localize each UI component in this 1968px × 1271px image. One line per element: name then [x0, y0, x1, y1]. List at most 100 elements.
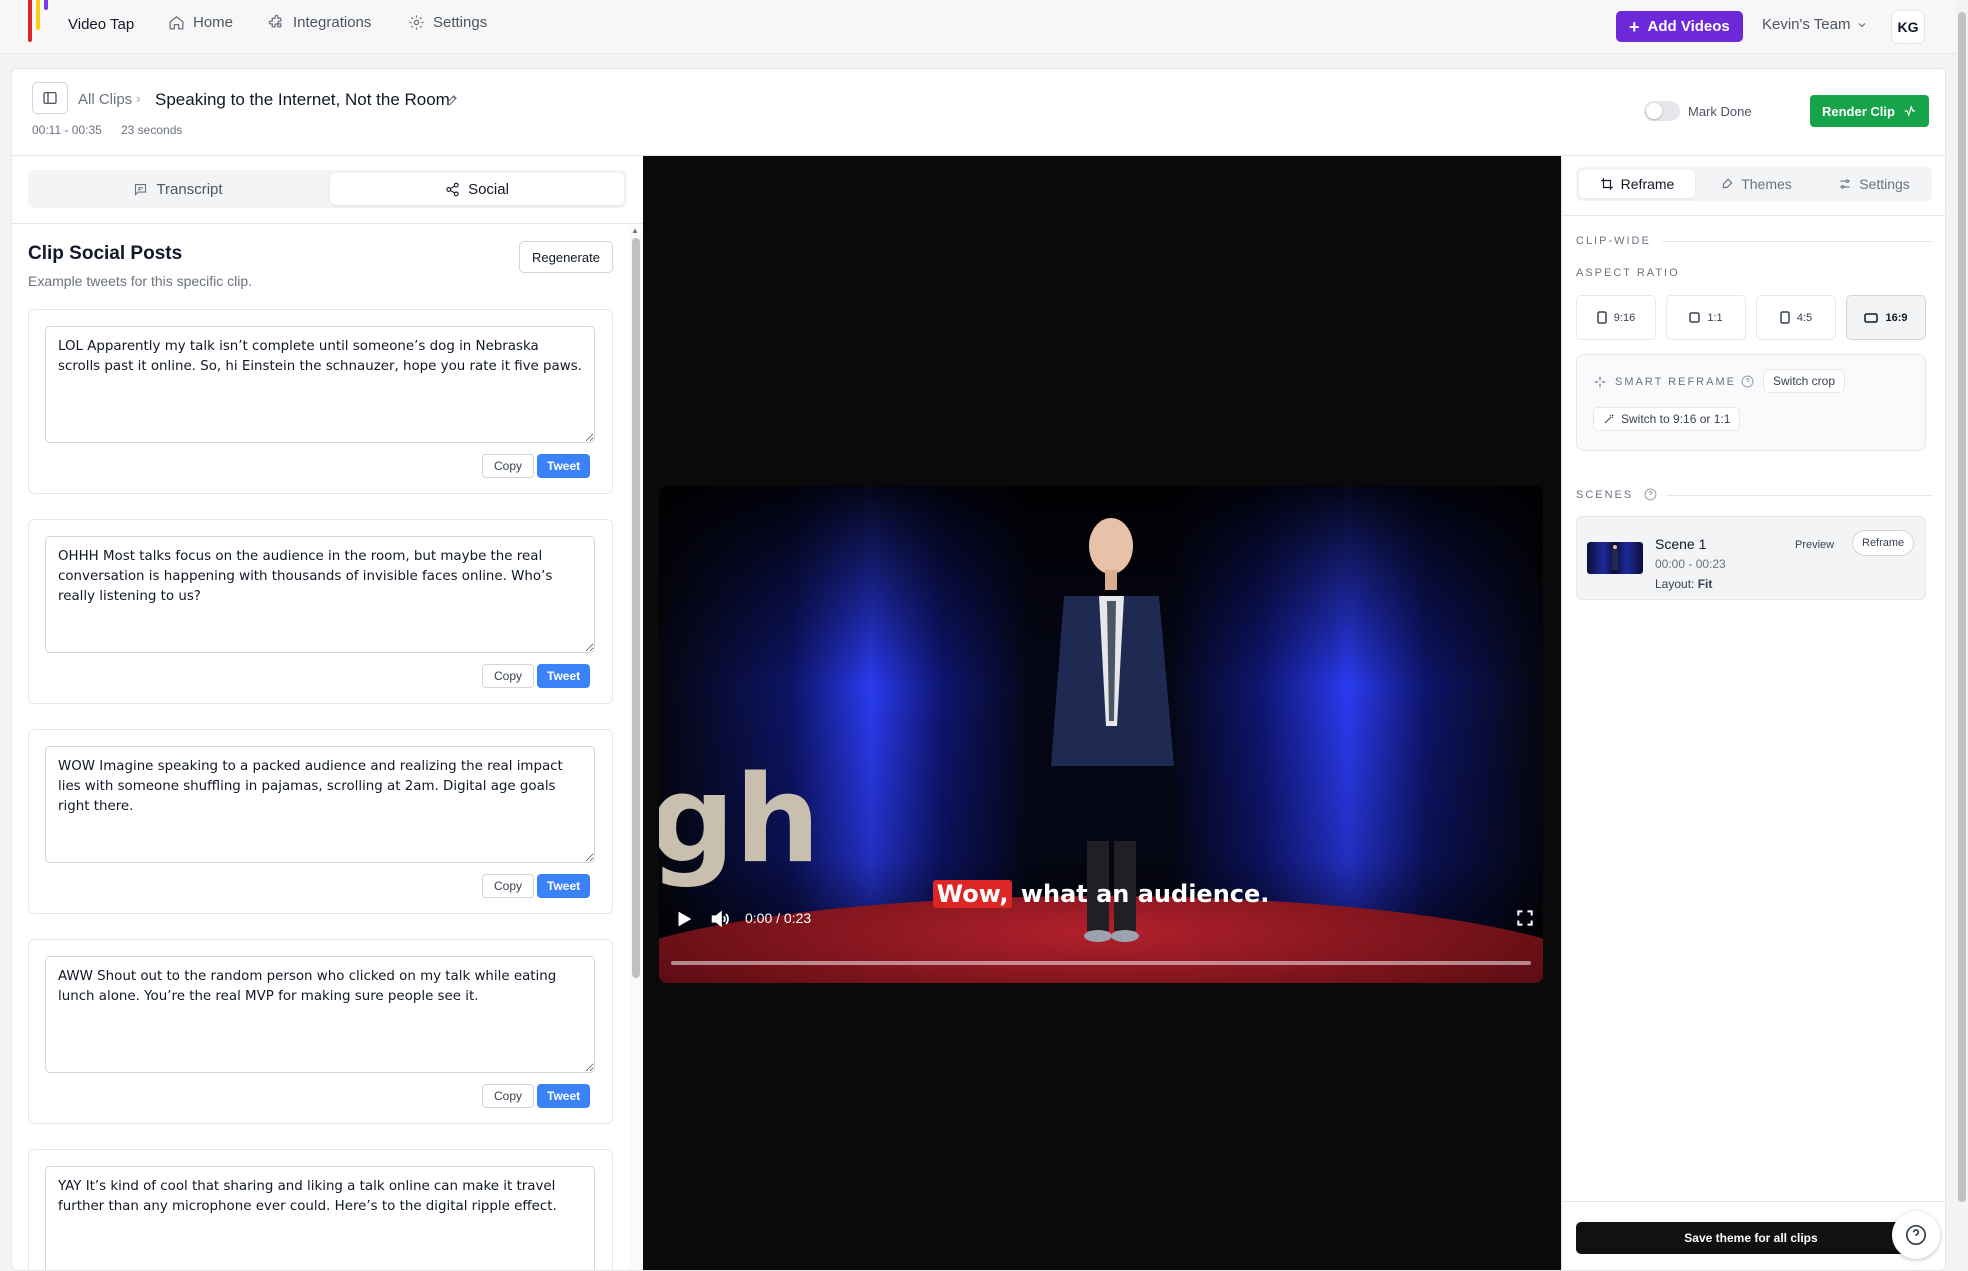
tab-transcript[interactable]: Transcript: [31, 173, 325, 205]
brand-name[interactable]: Video Tap: [68, 16, 134, 33]
aspect-9-16-label: 9:16: [1613, 311, 1636, 324]
right-tabs: Reframe Themes Settings: [1576, 167, 1932, 201]
scene-time: 00:00 - 00:23: [1655, 557, 1726, 571]
add-videos-label: Add Videos: [1647, 18, 1730, 35]
clip-duration: 23 seconds: [121, 123, 183, 137]
pencil-icon[interactable]: [445, 93, 459, 107]
nav-home[interactable]: Home: [168, 14, 233, 31]
portrait-icon: [1597, 311, 1607, 324]
aspect-16-9-button[interactable]: 16:9: [1846, 295, 1926, 340]
logo[interactable]: [28, 0, 58, 42]
post-textarea[interactable]: YAY It’s kind of cool that sharing and l…: [45, 1166, 595, 1270]
clip-time-range: 00:11 - 00:35: [32, 123, 102, 137]
tab-social[interactable]: Social: [330, 173, 624, 205]
share-icon: [446, 182, 459, 196]
copy-button[interactable]: Copy: [482, 664, 535, 688]
post-textarea[interactable]: AWW Shout out to the random person who c…: [45, 956, 595, 1073]
divider: [1662, 241, 1932, 242]
aspect-1-1-button[interactable]: 1:1: [1666, 295, 1746, 340]
save-theme-button[interactable]: Save theme for all clips: [1576, 1222, 1926, 1254]
help-circle-icon: [1906, 1225, 1926, 1245]
copy-button[interactable]: Copy: [482, 1084, 535, 1108]
scroll-thumb[interactable]: [632, 238, 640, 978]
tab-right-settings[interactable]: Settings: [1816, 170, 1932, 198]
scene-name: Scene 1: [1655, 536, 1707, 552]
copy-button[interactable]: Copy: [482, 874, 535, 898]
nav-settings[interactable]: Settings: [408, 14, 487, 31]
switch-aspect-button[interactable]: Switch to 9:16 or 1:1: [1593, 407, 1741, 431]
team-selector[interactable]: Kevin's Team: [1762, 16, 1868, 33]
scene-reframe-button[interactable]: Reframe: [1852, 530, 1915, 556]
stage-letters: gh: [659, 751, 820, 890]
tab-themes[interactable]: Themes: [1698, 170, 1814, 198]
volume-icon[interactable]: [709, 908, 731, 930]
aspect-1-1-label: 1:1: [1707, 311, 1723, 324]
sidebar-toggle-button[interactable]: [32, 82, 68, 114]
video-area: gh Wow, what an audience. 0:00 / 0:23: [643, 156, 1561, 1270]
scroll-up-icon[interactable]: ▲: [631, 226, 639, 235]
mark-done-toggle[interactable]: [1644, 101, 1680, 121]
video-progress-bar[interactable]: [671, 961, 1531, 965]
aspect-16-9-label: 16:9: [1885, 311, 1908, 324]
portrait-icon: [1780, 311, 1790, 324]
help-circle-icon[interactable]: [1741, 375, 1754, 388]
copy-button[interactable]: Copy: [482, 454, 535, 478]
scene-card[interactable]: Scene 1 00:00 - 00:23 Layout: Fit Previe…: [1576, 516, 1926, 600]
sliders-icon: [1840, 179, 1850, 189]
scene-layout: Layout: Fit: [1655, 577, 1712, 591]
play-icon[interactable]: [673, 908, 695, 930]
post-textarea[interactable]: OHHH Most talks focus on the audience in…: [45, 536, 595, 653]
page-scrollbar[interactable]: [1956, 0, 1968, 1271]
aspect-ratio-label: ASPECT RATIO: [1576, 267, 1680, 279]
clip-editor: All Clips › Speaking to the Internet, No…: [11, 68, 1946, 1271]
aspect-9-16-button[interactable]: 9:16: [1576, 295, 1656, 340]
activity-icon: [1904, 105, 1916, 117]
nav-settings-label: Settings: [433, 14, 488, 31]
post-textarea[interactable]: LOL Apparently my talk isn’t complete un…: [45, 326, 595, 443]
tab-reframe[interactable]: Reframe: [1579, 170, 1695, 198]
posts-scrollbar[interactable]: ▲: [629, 226, 643, 1270]
message-icon: [135, 183, 147, 196]
divider: [1562, 1201, 1945, 1202]
tweet-button[interactable]: Tweet: [537, 454, 591, 478]
tweet-button[interactable]: Tweet: [537, 1084, 591, 1108]
mark-done-label: Mark Done: [1688, 104, 1752, 119]
nav-integrations[interactable]: Integrations: [268, 14, 371, 31]
posts-title: Clip Social Posts: [28, 243, 183, 264]
top-nav: Video Tap Home Integrations Settings + A…: [0, 0, 1968, 54]
help-circle-icon[interactable]: [1644, 488, 1657, 501]
aspect-4-5-button[interactable]: 4:5: [1756, 295, 1836, 340]
gear-icon: [409, 15, 424, 30]
brush-icon: [1723, 178, 1733, 189]
tweet-button[interactable]: Tweet: [537, 664, 591, 688]
crop-icon: [1600, 178, 1613, 190]
wand-icon: [1604, 414, 1614, 424]
add-videos-button[interactable]: + Add Videos: [1616, 11, 1743, 42]
chevron-down-icon: [1859, 22, 1866, 27]
render-clip-button[interactable]: Render Clip: [1810, 95, 1929, 127]
video-player[interactable]: gh Wow, what an audience. 0:00 / 0:23: [659, 486, 1543, 983]
landscape-icon: [1864, 312, 1879, 323]
nav-integrations-label: Integrations: [293, 14, 372, 31]
plus-icon: +: [1629, 16, 1640, 37]
avatar[interactable]: KG: [1891, 10, 1925, 44]
switch-crop-button[interactable]: Switch crop: [1763, 369, 1846, 393]
page-scroll-thumb[interactable]: [1958, 12, 1966, 1202]
reframe-panel: Reframe Themes Settings CLIP-WIDE ASPECT…: [1561, 156, 1945, 1270]
post-textarea[interactable]: WOW Imagine speaking to a packed audienc…: [45, 746, 595, 863]
clip-wide-label: CLIP-WIDE: [1576, 235, 1651, 247]
help-button[interactable]: [1892, 1211, 1940, 1259]
scene-preview-button[interactable]: Preview: [1795, 539, 1834, 551]
tab-social-label: Social: [468, 180, 509, 198]
social-post-card: LOL Apparently my talk isn’t complete un…: [28, 309, 613, 494]
tweet-button[interactable]: Tweet: [537, 874, 591, 898]
social-panel: Transcript Social Clip Social Posts Exam…: [12, 156, 643, 1270]
fullscreen-icon[interactable]: [1515, 908, 1535, 928]
regenerate-button[interactable]: Regenerate: [519, 241, 613, 273]
divider: [12, 223, 643, 224]
home-icon: [169, 16, 184, 30]
breadcrumb-all-clips[interactable]: All Clips: [78, 91, 132, 108]
sparkle-icon: [1594, 376, 1606, 388]
video-controls: 0:00 / 0:23: [659, 902, 1543, 932]
team-label: Kevin's Team: [1762, 16, 1851, 33]
